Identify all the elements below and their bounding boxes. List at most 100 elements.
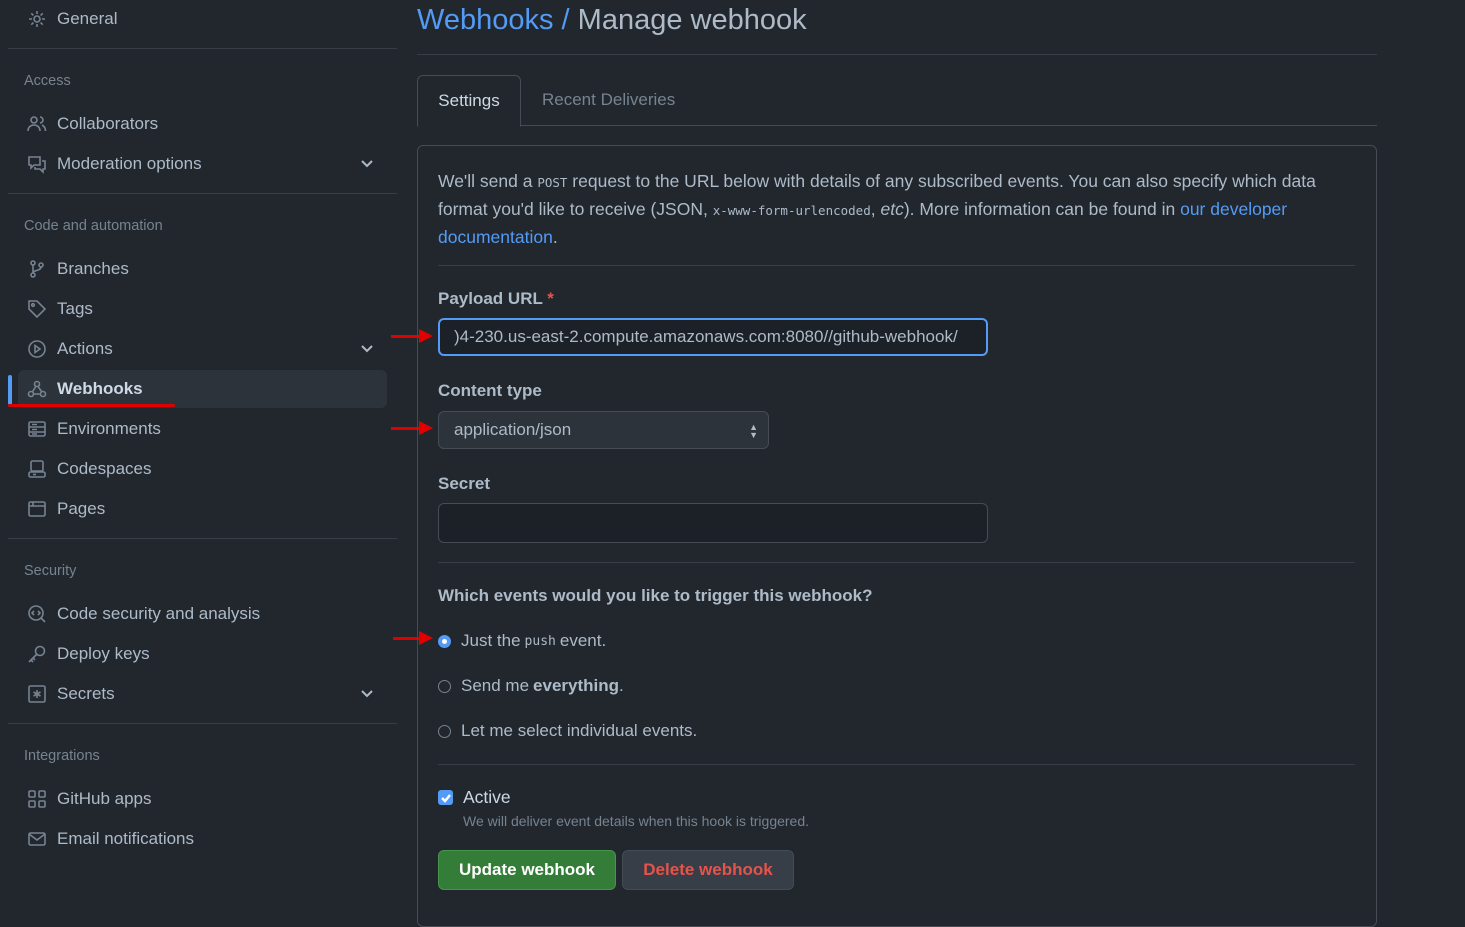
section-divider (438, 562, 1355, 563)
sidebar-item-secrets[interactable]: Secrets (18, 675, 387, 713)
sidebar-divider (8, 193, 397, 194)
codespaces-icon (26, 458, 48, 480)
active-indicator (8, 375, 12, 405)
breadcrumb-separator: / (553, 4, 578, 36)
sidebar-item-label: Email notifications (57, 829, 195, 848)
settings-sidebar: General Access Collaborators Moderation … (0, 0, 400, 898)
sidebar-item-label: Codespaces (57, 459, 152, 478)
active-checkbox-row[interactable]: Active (438, 787, 511, 808)
secret-input[interactable] (438, 503, 988, 543)
payload-url-input[interactable]: )4-230.us-east-2.compute.amazonaws.com:8… (438, 318, 988, 356)
people-icon (26, 113, 48, 135)
content-type-select[interactable]: application/json ▲ ▼ (438, 411, 769, 449)
chevron-down-icon[interactable] (359, 685, 375, 701)
sidebar-item-label: Tags (57, 299, 93, 318)
radio-selected-icon[interactable] (438, 634, 451, 648)
sidebar-item-environments[interactable]: Environments (18, 410, 387, 448)
push-code: push (524, 633, 556, 649)
update-webhook-button[interactable]: Update webhook (438, 850, 616, 890)
sidebar-item-label: General (57, 9, 118, 28)
sidebar-divider (8, 538, 397, 539)
sidebar-item-label: Actions (57, 339, 113, 358)
key-icon (26, 643, 48, 665)
secret-label: Secret (438, 474, 490, 493)
radio-unselected-icon[interactable] (438, 679, 451, 693)
sidebar-item-moderation[interactable]: Moderation options (18, 145, 387, 183)
gear-icon (26, 8, 48, 30)
required-mark: * (547, 289, 554, 308)
apps-icon (26, 788, 48, 810)
payload-url-label: Payload URL * (438, 289, 554, 309)
sidebar-item-label: Branches (57, 259, 129, 278)
sidebar-item-label: Deploy keys (57, 644, 150, 663)
sidebar-item-code-security[interactable]: Code security and analysis (18, 595, 387, 633)
payload-url-value: )4-230.us-east-2.compute.amazonaws.com:8… (454, 327, 958, 346)
sidebar-item-label: Secrets (57, 684, 115, 703)
section-divider (438, 764, 1355, 765)
chevron-down-icon[interactable] (359, 340, 375, 356)
key-asterisk-icon (26, 683, 48, 705)
sidebar-item-tags[interactable]: Tags (18, 290, 387, 328)
intro-text-part: ). More information can be found in (903, 199, 1181, 219)
checkbox-checked-icon[interactable] (438, 790, 453, 805)
delete-webhook-button[interactable]: Delete webhook (622, 850, 794, 890)
content-type-label: Content type (438, 381, 542, 400)
sidebar-section-code: Code and automation (24, 218, 163, 234)
codescan-icon (26, 603, 48, 625)
post-code: POST (537, 175, 568, 190)
sidebar-item-webhooks[interactable]: Webhooks (18, 370, 387, 408)
label-text: Payload URL (438, 289, 543, 308)
sidebar-item-branches[interactable]: Branches (18, 250, 387, 288)
sidebar-item-label: Pages (57, 499, 106, 518)
page-title: Webhooks / Manage webhook (417, 4, 807, 37)
sidebar-item-actions[interactable]: Actions (18, 330, 387, 368)
sidebar-item-general[interactable]: General (18, 0, 387, 38)
section-divider (438, 265, 1355, 266)
sidebar-section-security: Security (24, 563, 77, 579)
radio-unselected-icon[interactable] (438, 724, 451, 738)
intro-text: We'll send a POST request to the URL bel… (438, 168, 1338, 250)
radio-everything[interactable]: Send me everything. (438, 676, 624, 696)
content-type-value: application/json (454, 420, 572, 439)
title-divider (417, 54, 1377, 55)
sidebar-divider (8, 48, 397, 49)
events-question: Which events would you like to trigger t… (438, 586, 873, 605)
sidebar-section-integrations: Integrations (24, 748, 100, 764)
sidebar-item-github-apps[interactable]: GitHub apps (18, 780, 387, 818)
sidebar-item-pages[interactable]: Pages (18, 490, 387, 528)
etc-text: etc (880, 199, 904, 219)
sidebar-section-access: Access (24, 73, 71, 89)
intro-text-part: , (870, 199, 881, 219)
git-branch-icon (26, 258, 48, 280)
sidebar-item-collaborators[interactable]: Collaborators (18, 105, 387, 143)
breadcrumb-webhooks[interactable]: Webhooks (417, 4, 554, 36)
radio-label: Just the (461, 631, 521, 650)
annotation-underline (8, 404, 175, 407)
sidebar-item-label: Collaborators (57, 114, 159, 133)
webhook-form-panel: We'll send a POST request to the URL bel… (417, 145, 1377, 927)
tab-recent-deliveries[interactable]: Recent Deliveries (542, 75, 675, 125)
sidebar-item-label: Code security and analysis (57, 604, 261, 623)
radio-label-bold: everything (533, 676, 620, 695)
radio-label: . (619, 676, 624, 695)
sidebar-item-label: Environments (57, 419, 161, 438)
tab-settings[interactable]: Settings (417, 75, 521, 127)
sidebar-item-label: Webhooks (57, 379, 143, 398)
radio-label: Send me (461, 676, 530, 695)
webhook-icon (26, 378, 48, 400)
radio-individual-events[interactable]: Let me select individual events. (438, 721, 697, 741)
server-icon (26, 418, 48, 440)
page-title-text: Manage webhook (577, 4, 807, 36)
sidebar-item-deploy-keys[interactable]: Deploy keys (18, 635, 387, 673)
radio-push-event[interactable]: Just the push event. (438, 631, 606, 651)
chevron-down-icon[interactable] (359, 155, 375, 171)
radio-label: Let me select individual events. (461, 721, 698, 740)
mail-icon (26, 828, 48, 850)
tag-icon (26, 298, 48, 320)
radio-label: event. (559, 631, 607, 650)
intro-text-part: . (552, 227, 558, 247)
sidebar-item-codespaces[interactable]: Codespaces (18, 450, 387, 488)
sidebar-item-label: GitHub apps (57, 789, 152, 808)
sidebar-item-email-notifications[interactable]: Email notifications (18, 820, 387, 858)
comment-discussion-icon (26, 153, 48, 175)
